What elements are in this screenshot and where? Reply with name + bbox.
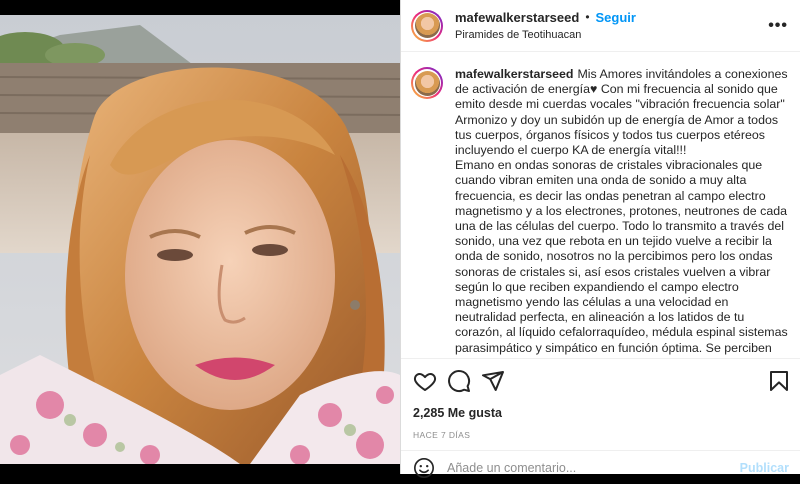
comment-icon[interactable] <box>447 369 471 393</box>
publish-button[interactable]: Publicar <box>740 461 789 475</box>
post-timestamp[interactable]: HACE 7 DÍAS <box>401 421 800 441</box>
post-photo[interactable] <box>0 15 400 464</box>
caption-paragraph-2: Emano en ondas sonoras de cristales vibr… <box>455 158 788 358</box>
action-icons <box>401 359 800 403</box>
instagram-post-modal: mafewalkerstarseed • Seguir Piramides de… <box>0 0 800 478</box>
post-media <box>0 0 400 474</box>
comment-input[interactable] <box>447 460 740 475</box>
caption-username-link[interactable]: mafewalkerstarseed <box>455 67 573 81</box>
likes-count[interactable]: 2,285 Me gusta <box>401 403 800 421</box>
username-link[interactable]: mafewalkerstarseed <box>455 9 579 26</box>
share-icon[interactable] <box>481 369 505 393</box>
heart-icon[interactable] <box>413 369 437 393</box>
emoji-icon[interactable] <box>413 457 435 479</box>
follow-button[interactable]: Seguir <box>596 9 636 26</box>
avatar-image <box>414 13 440 38</box>
comment-bar: Publicar <box>401 450 800 484</box>
caption-text: mafewalkerstarseed Mis Amores invitándole… <box>455 67 789 358</box>
post-details-panel: mafewalkerstarseed • Seguir Piramides de… <box>400 0 800 478</box>
actions-section: 2,285 Me gusta HACE 7 DÍAS <box>401 358 800 441</box>
more-icon[interactable]: ••• <box>768 17 788 35</box>
caption-avatar-image <box>414 70 440 96</box>
avatar[interactable] <box>411 9 443 42</box>
post-header: mafewalkerstarseed • Seguir Piramides de… <box>401 0 800 52</box>
header-text: mafewalkerstarseed • Seguir Piramides de… <box>455 9 768 43</box>
caption-section: mafewalkerstarseed Mis Amores invitándole… <box>401 53 800 358</box>
separator-dot: • <box>585 9 590 24</box>
caption-avatar[interactable] <box>411 67 443 99</box>
location-link[interactable]: Piramides de Teotihuacan <box>455 28 768 43</box>
bookmark-icon[interactable] <box>767 369 791 393</box>
